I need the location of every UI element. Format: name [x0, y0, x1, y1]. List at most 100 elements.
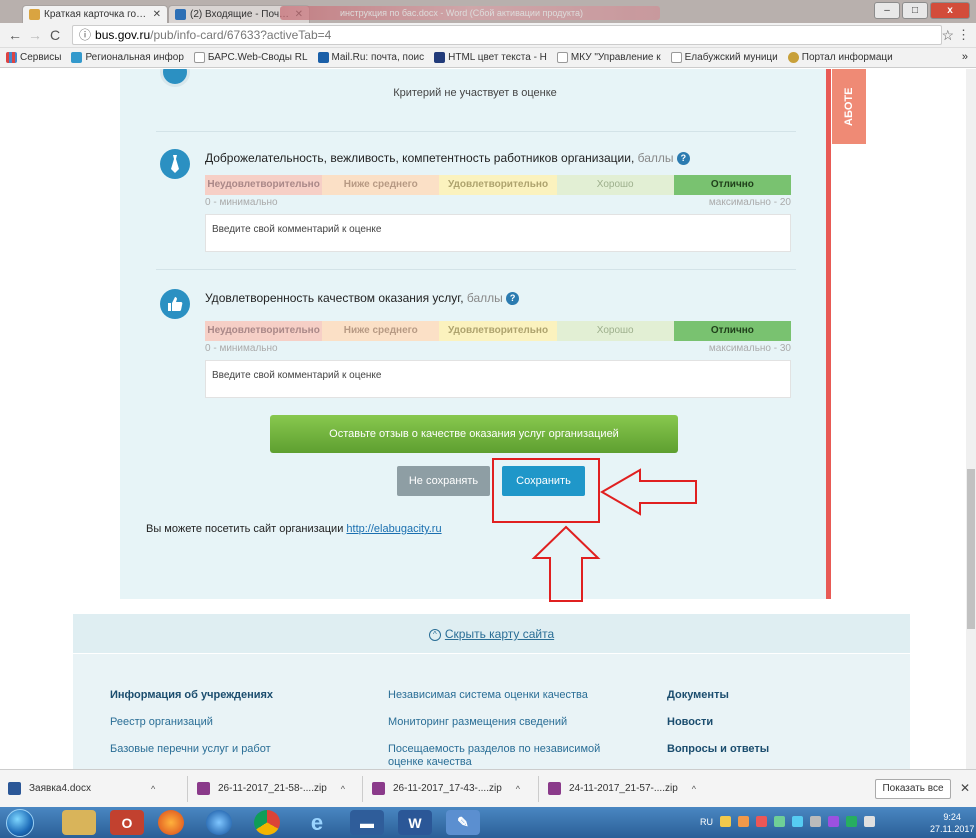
tab-active[interactable]: Краткая карточка госуда ✕ — [22, 5, 168, 23]
chevron-up-icon[interactable]: ^ — [516, 784, 520, 794]
clock[interactable]: 9:24 27.11.2017 — [930, 811, 974, 835]
tray-icon[interactable] — [774, 816, 785, 827]
scale-good[interactable]: Хорошо — [556, 175, 674, 195]
scale-excellent[interactable]: Отлично — [673, 175, 792, 195]
scrollbar-thumb[interactable] — [967, 469, 975, 629]
hide-site-map-link[interactable]: ^ Скрыть карту сайта — [73, 614, 910, 654]
chevron-up-icon[interactable]: ^ — [151, 784, 155, 794]
word-icon[interactable]: W — [398, 810, 432, 835]
chevron-up-icon[interactable]: ^ — [341, 784, 345, 794]
firefox-icon[interactable] — [158, 810, 184, 835]
media-player-icon[interactable] — [206, 810, 232, 835]
close-window-button[interactable]: x — [930, 2, 970, 19]
back-icon[interactable]: ← — [8, 27, 22, 43]
info-icon[interactable]: ⓘ — [79, 28, 91, 42]
tray-icon[interactable] — [792, 816, 803, 827]
org-site-link[interactable]: http://elabugacity.ru — [346, 523, 441, 535]
bookmark-label: Mail.Ru: почта, поис — [331, 52, 425, 63]
bookmark-label: Елабужский муници — [684, 52, 778, 63]
windows-taskbar: O e ▬ W ✎ RU 9:24 27.11.2017 — [0, 807, 976, 838]
bookmark-item[interactable]: БАРС.Web-Своды RL — [193, 52, 308, 63]
bookmark-star-icon[interactable]: ☆ — [941, 27, 954, 44]
scale-unsatisfactory[interactable]: Неудовлетворительно — [205, 175, 323, 195]
save-button[interactable]: Сохранить — [502, 466, 585, 496]
max-label: максимально - 30 — [708, 343, 791, 354]
internet-explorer-icon[interactable]: e — [300, 810, 334, 835]
download-item[interactable]: 26-11-2017_17-43-....zip ^ — [372, 782, 520, 795]
no-save-button[interactable]: Не сохранять — [397, 466, 490, 496]
side-tab[interactable]: АБОТЕ — [832, 69, 866, 144]
portal-icon — [787, 52, 799, 63]
show-all-downloads-button[interactable]: Показать все — [875, 779, 951, 799]
page-icon — [193, 52, 205, 63]
close-icon[interactable]: ✕ — [960, 781, 970, 795]
person-icon — [71, 52, 83, 63]
criterion-title-text: Доброжелательность, вежливость, компетен… — [205, 151, 635, 165]
feedback-button[interactable]: Оставьте отзыв о качестве оказания услуг… — [270, 415, 678, 453]
tray-icon[interactable] — [828, 816, 839, 827]
chevron-up-icon[interactable]: ^ — [692, 784, 696, 794]
bookmark-item[interactable]: HTML цвет текста - Н — [434, 52, 547, 63]
help-icon[interactable]: ? — [506, 292, 520, 306]
scale-below-average[interactable]: Ниже среднего — [322, 175, 440, 195]
menu-icon[interactable]: ⋮ — [957, 27, 970, 43]
comment-input[interactable]: Введите свой комментарий к оценке — [205, 214, 791, 252]
bookmark-item[interactable]: Елабужский муници — [670, 52, 778, 63]
footer-link[interactable]: Мониторинг размещения сведений — [388, 716, 600, 743]
close-icon[interactable]: ✕ — [153, 9, 161, 20]
bookmark-item[interactable]: МКУ "Управление к — [556, 52, 661, 63]
tie-icon — [160, 149, 190, 179]
start-button[interactable] — [6, 809, 34, 837]
scale-satisfactory[interactable]: Удовлетворительно — [439, 321, 557, 341]
separator — [187, 776, 188, 802]
thumbs-up-icon — [160, 289, 190, 319]
bookmark-item[interactable]: Mail.Ru: почта, поис — [317, 52, 425, 63]
page-scrollbar[interactable] — [966, 69, 976, 769]
download-item[interactable]: 26-11-2017_21-58-....zip ^ — [197, 782, 345, 795]
footer-link[interactable]: Базовые перечни услуг и работ — [110, 743, 273, 769]
download-item[interactable]: Заявка4.docx ^ — [8, 782, 155, 795]
page-icon — [670, 52, 682, 63]
language-indicator[interactable]: RU — [700, 817, 713, 827]
footer-link[interactable]: Вопросы и ответы — [667, 743, 769, 769]
scale-good[interactable]: Хорошо — [556, 321, 674, 341]
url-input[interactable]: ⓘ bus.gov.ru/pub/info-card/67633?activeTa… — [72, 25, 942, 45]
criterion-unit: баллы — [637, 151, 674, 165]
comment-input[interactable]: Введите свой комментарий к оценке — [205, 360, 791, 398]
scale-below-average[interactable]: Ниже среднего — [322, 321, 440, 341]
footer-link[interactable]: Реестр организаций — [110, 716, 273, 743]
tray-icon[interactable] — [720, 816, 731, 827]
footer-link-continued[interactable]: оценке качества — [388, 756, 600, 769]
footer-link[interactable]: Документы — [667, 689, 769, 716]
help-icon[interactable]: ? — [676, 152, 690, 166]
visit-label: Вы можете посетить сайт организации — [146, 523, 344, 535]
criterion-title: Доброжелательность, вежливость, компетен… — [205, 151, 690, 166]
scale-unsatisfactory[interactable]: Неудовлетворительно — [205, 321, 323, 341]
office-icon[interactable]: O — [110, 810, 144, 835]
file-explorer-icon[interactable] — [62, 810, 96, 835]
volume-icon[interactable] — [810, 816, 821, 827]
tray-icon[interactable] — [756, 816, 767, 827]
chrome-icon[interactable] — [254, 810, 280, 835]
paint-icon[interactable]: ✎ — [446, 810, 480, 835]
save-disk-icon[interactable]: ▬ — [350, 810, 384, 835]
footer-link[interactable]: Информация об учреждениях — [110, 689, 273, 716]
bookmark-item[interactable]: Сервисы — [6, 52, 61, 63]
footer-link[interactable]: Новости — [667, 716, 769, 743]
tray-icon[interactable] — [864, 816, 875, 827]
maximize-button[interactable]: □ — [902, 2, 928, 19]
scale-satisfactory[interactable]: Удовлетворительно — [439, 175, 557, 195]
forward-icon[interactable]: → — [28, 27, 42, 43]
footer-link[interactable]: Посещаемость разделов по независимой — [388, 743, 600, 756]
bookmark-label: Региональная инфор — [85, 52, 184, 63]
reload-icon[interactable]: C — [50, 27, 60, 43]
network-icon[interactable] — [846, 816, 857, 827]
footer-link[interactable]: Независимая система оценки качества — [388, 689, 600, 716]
more-bookmarks-icon[interactable]: » — [962, 51, 968, 63]
bookmark-item[interactable]: Региональная инфор — [71, 52, 184, 63]
tray-icon[interactable] — [738, 816, 749, 827]
bookmark-item[interactable]: Портал информаци — [787, 52, 893, 63]
scale-excellent[interactable]: Отлично — [673, 321, 792, 341]
minimize-button[interactable]: – — [874, 2, 900, 19]
download-item[interactable]: 24-11-2017_21-57-....zip ^ — [548, 782, 696, 795]
